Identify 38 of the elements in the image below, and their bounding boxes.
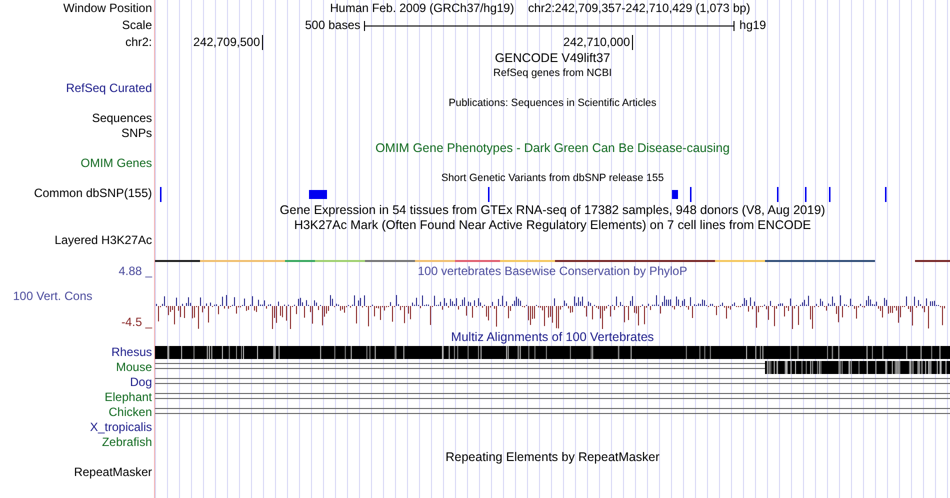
- scale-length: 500 bases: [305, 17, 360, 34]
- track-label[interactable]: 100 Vert. Cons: [0, 279, 92, 314]
- species-label[interactable]: Dog: [130, 375, 152, 389]
- assembly-name: Human Feb. 2009 (GRCh37/hg19): [330, 0, 514, 17]
- track-label[interactable]: RepeatMasker: [74, 465, 152, 479]
- track-label[interactable]: Sequences: [92, 111, 152, 125]
- species-label[interactable]: Mouse: [116, 360, 152, 374]
- track-title: GENCODE V49lift37: [494, 51, 610, 66]
- track-label[interactable]: Layered H3K27Ac: [54, 233, 152, 247]
- track-title: Short Genetic Variants from dbSNP release 155: [441, 171, 664, 186]
- ruler-tick-label: 242,710,000: [563, 34, 630, 51]
- track-title: Multiz Alignments of 100 Vertebrates: [451, 330, 654, 345]
- track-label[interactable]: OMIM Genes: [80, 156, 152, 170]
- ruler-tick: [632, 35, 633, 50]
- track-label: chr2:: [125, 35, 152, 49]
- track-title: H3K27Ac Mark (Often Found Near Active Regulatory Elements) on 7 cell lines from ENCODE: [294, 218, 811, 233]
- track-title: OMIM Gene Phenotypes - Dark Green Can Be Disease-causing: [375, 141, 730, 156]
- ruler-tick-label: 242,709,500: [193, 34, 260, 51]
- axis-min-label: -4.5 _: [121, 314, 152, 330]
- track-label[interactable]: RefSeq Curated: [66, 81, 152, 95]
- track-title: RefSeq genes from NCBI: [493, 66, 612, 81]
- axis-max-label: 4.88 _: [118, 264, 152, 279]
- species-label[interactable]: X_tropicalis: [90, 420, 152, 434]
- species-label[interactable]: Zebrafish: [102, 435, 152, 449]
- species-label[interactable]: Chicken: [108, 405, 152, 419]
- ruler-tick: [262, 35, 263, 50]
- species-label[interactable]: Elephant: [104, 390, 152, 404]
- track-title: Publications: Sequences in Scientific Articles: [448, 96, 656, 111]
- track-title: Repeating Elements by RepeatMasker: [445, 450, 660, 465]
- track-label: Scale: [122, 18, 152, 32]
- track-title: 100 vertebrates Basewise Conservation by PhyloP: [418, 264, 688, 279]
- track-title: Gene Expression in 54 tissues from GTEx RNA-seq of 17382 samples, 948 donors (V8, Aug 2019): [280, 203, 826, 218]
- position-text: chr2:242,709,357-242,710,429 (1,073 bp): [528, 0, 750, 17]
- track-label[interactable]: SNPs: [121, 126, 152, 140]
- scale-assembly: hg19: [739, 17, 766, 34]
- track-label: Window Position: [63, 1, 152, 15]
- track-label[interactable]: Common dbSNP(155): [34, 186, 152, 200]
- species-label[interactable]: Rhesus: [111, 345, 152, 359]
